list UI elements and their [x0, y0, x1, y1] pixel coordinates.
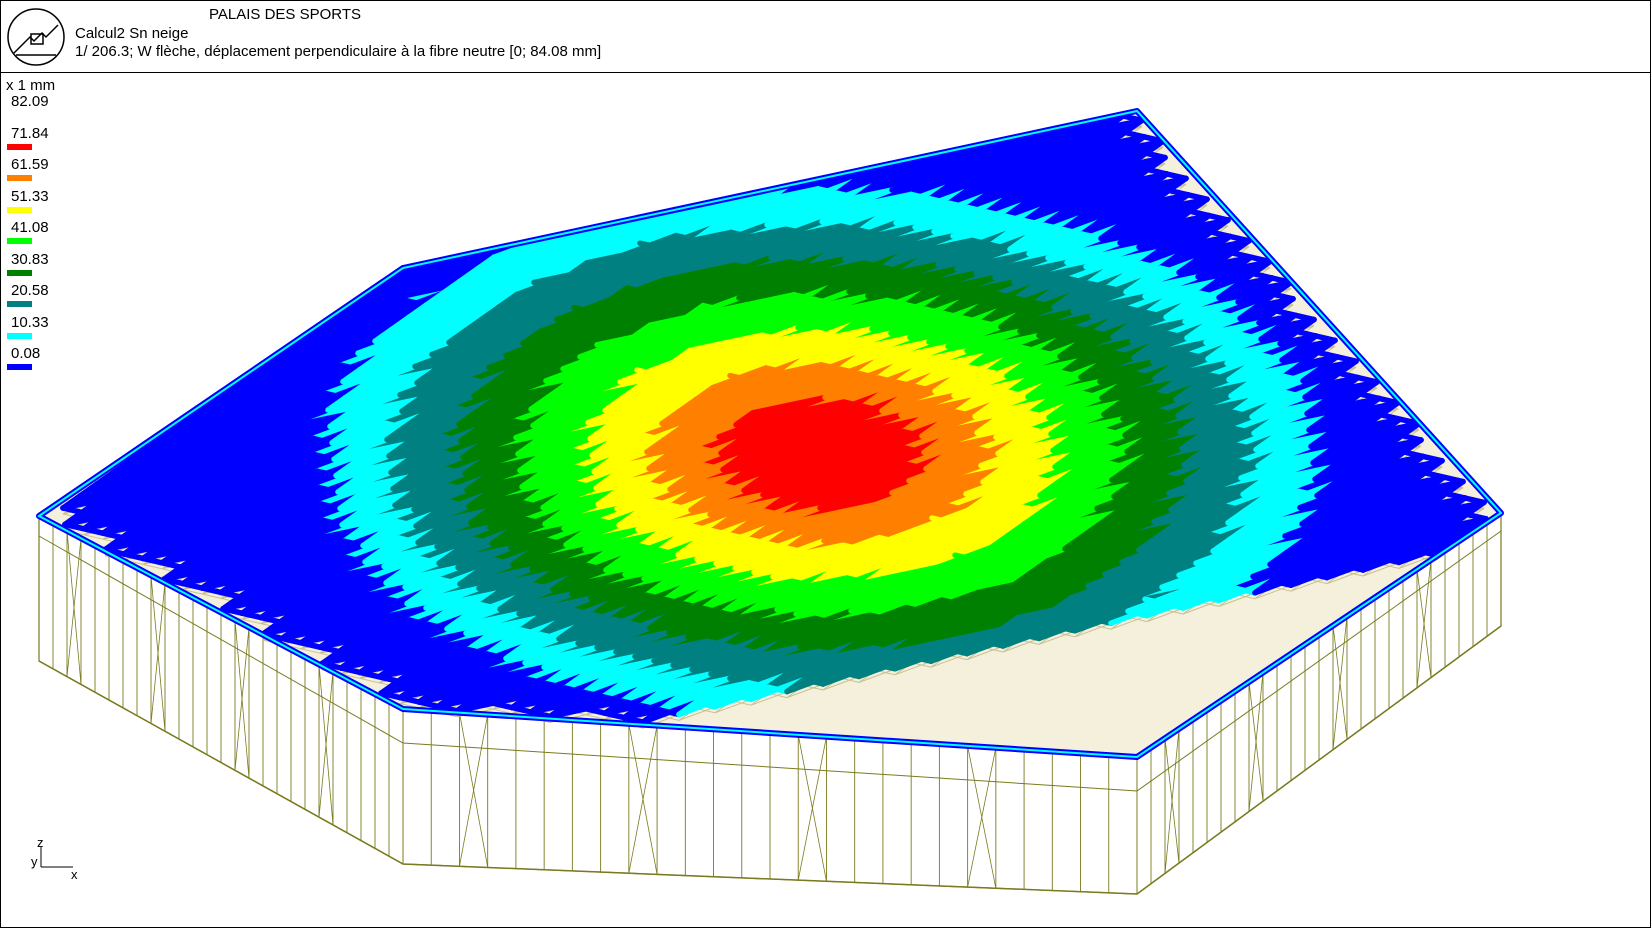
structure-model-view[interactable]: [1, 73, 1650, 927]
viewport-frame: PALAIS DES SPORTS Calcul2 Sn neige 1/ 20…: [0, 0, 1651, 928]
result-description: 1/ 206.3; W flèche, déplacement perpendi…: [75, 43, 602, 60]
title-block: PALAIS DES SPORTS Calcul2 Sn neige 1/ 20…: [1, 1, 1650, 73]
logo-icon: [7, 8, 65, 66]
load-case-label: Calcul2 Sn neige: [75, 25, 189, 42]
project-title: PALAIS DES SPORTS: [209, 6, 361, 23]
